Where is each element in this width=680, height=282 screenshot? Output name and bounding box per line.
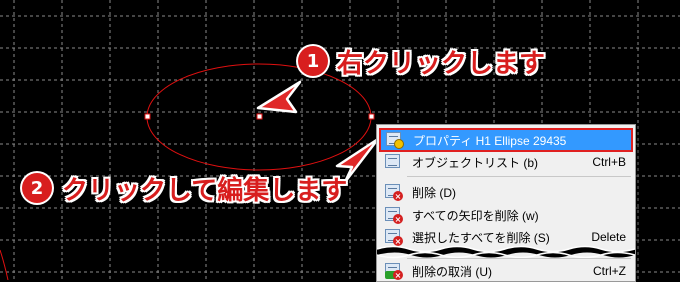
step-1-text: 右クリックします <box>337 49 546 79</box>
ellipse-handle-left[interactable] <box>144 113 151 120</box>
undo-delete-icon: × <box>385 262 403 280</box>
menu-item-undo-delete-label: 削除の取消 (U) <box>412 264 492 279</box>
menu-item-delete-selected-shortcut: Delete <box>591 230 626 244</box>
step-2-badge: 2 <box>22 173 52 203</box>
menu-item-object-list[interactable]: オブジェクトリスト (b) Ctrl+B <box>380 151 632 173</box>
object-list-icon <box>385 153 403 171</box>
menu-separator <box>407 176 631 177</box>
context-menu: プロパティ H1 Ellipse 29435 オブジェクトリスト (b) Ctr… <box>376 124 636 282</box>
step-2-text: クリックして編集します <box>62 176 348 206</box>
ellipse-handle-right[interactable] <box>368 113 375 120</box>
ellipse-handle-center[interactable] <box>256 113 263 120</box>
menu-item-properties[interactable]: プロパティ H1 Ellipse 29435 <box>379 128 633 152</box>
menu-item-undo-delete[interactable]: × 削除の取消 (U) Ctrl+Z <box>380 260 632 281</box>
menu-item-object-list-label: オブジェクトリスト (b) <box>412 155 539 170</box>
menu-item-delete[interactable]: × 削除 (D) <box>380 181 632 203</box>
menu-item-properties-label: プロパティ H1 Ellipse 29435 <box>413 133 567 148</box>
properties-icon <box>386 131 404 149</box>
menu-item-delete-arrows[interactable]: × すべての矢印を削除 (w) <box>380 204 632 226</box>
menu-item-delete-label: 削除 (D) <box>412 185 456 200</box>
menu-separator-2 <box>407 258 631 259</box>
menu-item-object-list-shortcut: Ctrl+B <box>592 155 626 169</box>
pointer-arrow-1 <box>256 80 302 114</box>
step-1-badge: 1 <box>298 46 328 76</box>
red-curve <box>0 249 9 280</box>
delete-arrows-icon: × <box>385 206 403 224</box>
delete-icon: × <box>385 183 403 201</box>
menu-item-undo-delete-shortcut: Ctrl+Z <box>593 264 626 278</box>
menu-item-delete-arrows-label: すべての矢印を削除 (w) <box>412 208 539 223</box>
ellipse-handles <box>144 113 375 120</box>
